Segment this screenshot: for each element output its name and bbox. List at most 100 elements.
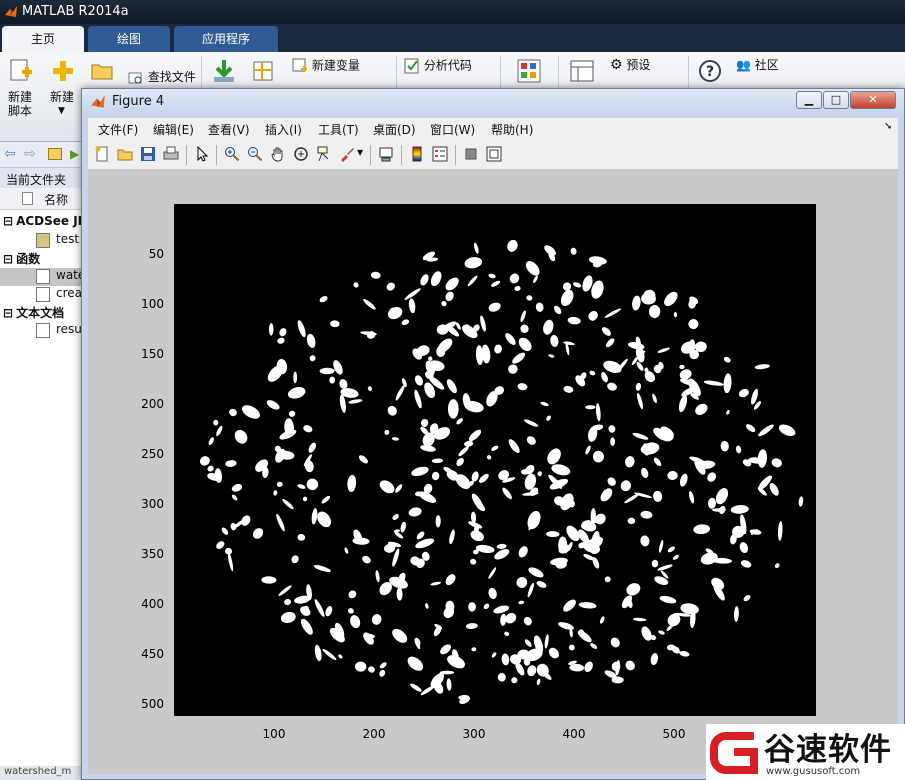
file-item-selected[interactable]: waters: [0, 268, 86, 286]
import-data-icon[interactable]: [212, 58, 236, 84]
find-files-label: 查找文件: [147, 70, 196, 84]
legend-icon[interactable]: [432, 146, 448, 162]
watermark-text: 谷速软件: [764, 732, 892, 768]
community-icon: 👥: [736, 58, 751, 72]
file-item[interactable]: crea: [0, 286, 86, 304]
svg-text:?: ?: [706, 64, 714, 80]
help-icon[interactable]: ?: [698, 59, 722, 83]
find-files-button[interactable]: 查找文件: [128, 70, 196, 85]
menu-insert[interactable]: 插入(I): [265, 121, 302, 138]
y-tick-label: 250: [141, 447, 164, 461]
browse-icon[interactable]: ▶: [70, 147, 79, 161]
zoom-in-icon[interactable]: [224, 146, 240, 162]
mask-blob: [415, 491, 422, 497]
colorbar-icon[interactable]: [409, 146, 425, 162]
new-script-button[interactable]: 新建 脚本: [8, 58, 38, 118]
forward-arrow-icon[interactable]: ⇨: [24, 146, 36, 162]
group-text-docs[interactable]: ⊟ 文本文档: [0, 304, 86, 322]
hide-tools-icon[interactable]: [463, 146, 479, 162]
pointer-icon[interactable]: [194, 146, 210, 162]
close-icon: ✕: [868, 93, 878, 106]
maximize-button[interactable]: □: [823, 91, 849, 109]
file-name: test: [56, 232, 80, 246]
figure-menubar: 文件(F) 编辑(E) 查看(V) 插入(I) 工具(T) 桌面(D) 窗口(W…: [88, 118, 898, 140]
x-tick-label: 400: [563, 727, 586, 741]
brush-icon[interactable]: [339, 146, 355, 162]
file-name: crea: [56, 286, 83, 300]
y-tick-label: 300: [141, 497, 164, 511]
menu-desktop[interactable]: 桌面(D): [373, 121, 416, 138]
analyze-code-button[interactable]: 分析代码: [404, 58, 472, 74]
figure-titlebar[interactable]: Figure 4 ▁ □ ✕: [82, 89, 904, 115]
layout-icon[interactable]: [570, 60, 594, 82]
maximize-icon: □: [830, 93, 842, 106]
group-functions[interactable]: ⊟ 函数: [0, 250, 86, 268]
close-button[interactable]: ✕: [850, 91, 896, 109]
brush-dropdown-icon[interactable]: ▼: [357, 148, 363, 157]
show-tools-icon[interactable]: [486, 146, 502, 162]
menu-help[interactable]: 帮助(H): [491, 121, 533, 138]
y-tick-label: 200: [141, 397, 164, 411]
menu-dock-arrow-icon[interactable]: ➘: [884, 121, 892, 132]
group-acdsee[interactable]: ⊟ ACDSee JI: [0, 214, 86, 232]
watermark-url: www.gususoft.com: [766, 766, 861, 777]
community-label: 社区: [754, 58, 779, 72]
new-variable-label: 新建变量: [311, 58, 360, 73]
new-script-label: 新建 脚本: [8, 90, 33, 118]
data-cursor-icon[interactable]: [316, 146, 332, 162]
axes-image[interactable]: [174, 204, 816, 716]
save-icon[interactable]: [140, 146, 156, 162]
open-file-icon[interactable]: [117, 146, 133, 162]
zoom-out-icon[interactable]: [247, 146, 263, 162]
new-button[interactable]: 新建 ▼: [50, 58, 80, 118]
new-figure-icon[interactable]: [94, 146, 110, 162]
menu-file[interactable]: 文件(F): [98, 121, 138, 138]
toolbar-separator: [186, 145, 187, 165]
up-folder-icon[interactable]: [48, 148, 62, 160]
open-folder-icon[interactable]: [91, 62, 113, 80]
app-titlebar: MATLAB R2014a: [0, 0, 905, 24]
x-tick-label: 200: [363, 727, 386, 741]
analyze-code-icon: [404, 58, 419, 74]
menu-tools[interactable]: 工具(T): [318, 121, 359, 138]
name-column-header[interactable]: 名称: [0, 188, 86, 210]
status-bar: watershed_m: [0, 766, 86, 780]
tab-home[interactable]: 主页: [2, 26, 84, 52]
y-tick-label: 350: [141, 547, 164, 561]
group-label: 函数: [16, 252, 41, 266]
gear-icon: ⚙: [610, 57, 623, 73]
tab-apps[interactable]: 应用程序: [174, 26, 278, 52]
simulink-icon[interactable]: [516, 58, 542, 84]
back-arrow-icon[interactable]: ⇦: [4, 146, 16, 162]
figure-toolbar: ▼: [88, 140, 898, 170]
mask-blob: [293, 371, 298, 384]
menu-view[interactable]: 查看(V): [208, 121, 250, 138]
x-tick-label: 100: [263, 727, 286, 741]
figure-window: Figure 4 ▁ □ ✕ 文件(F) 编辑(E) 查看(V) 插入(I) 工…: [81, 88, 905, 780]
file-item[interactable]: resu: [0, 322, 86, 340]
y-tick-label: 400: [141, 597, 164, 611]
file-type-icon: [22, 192, 33, 205]
menu-edit[interactable]: 编辑(E): [153, 121, 194, 138]
new-variable-button[interactable]: 新建变量: [292, 58, 360, 74]
plot-svg[interactable]: 1002003004005006005010015020025030035040…: [88, 170, 898, 774]
toolbar-separator: [370, 145, 371, 165]
name-column-label: 名称: [44, 193, 69, 207]
print-icon[interactable]: [163, 146, 179, 162]
minimize-button[interactable]: ▁: [796, 91, 822, 109]
tab-plots[interactable]: 绘图: [88, 26, 170, 52]
link-plot-icon[interactable]: [378, 146, 394, 162]
watermark-logo-icon: [710, 732, 758, 774]
save-workspace-icon[interactable]: [252, 60, 276, 84]
rotate-3d-icon[interactable]: [293, 146, 309, 162]
watermark: 谷速软件 www.gususoft.com: [706, 724, 905, 780]
pan-hand-icon[interactable]: [270, 146, 286, 162]
file-item[interactable]: test: [0, 232, 86, 250]
x-tick-label: 500: [663, 727, 686, 741]
community-button[interactable]: 👥 社区: [736, 58, 779, 72]
app-title: MATLAB R2014a: [22, 4, 129, 19]
menu-window[interactable]: 窗口(W): [430, 121, 475, 138]
function-file-icon: [36, 269, 50, 284]
preferences-button[interactable]: ⚙ 预设: [610, 58, 650, 72]
y-tick-label: 100: [141, 297, 164, 311]
